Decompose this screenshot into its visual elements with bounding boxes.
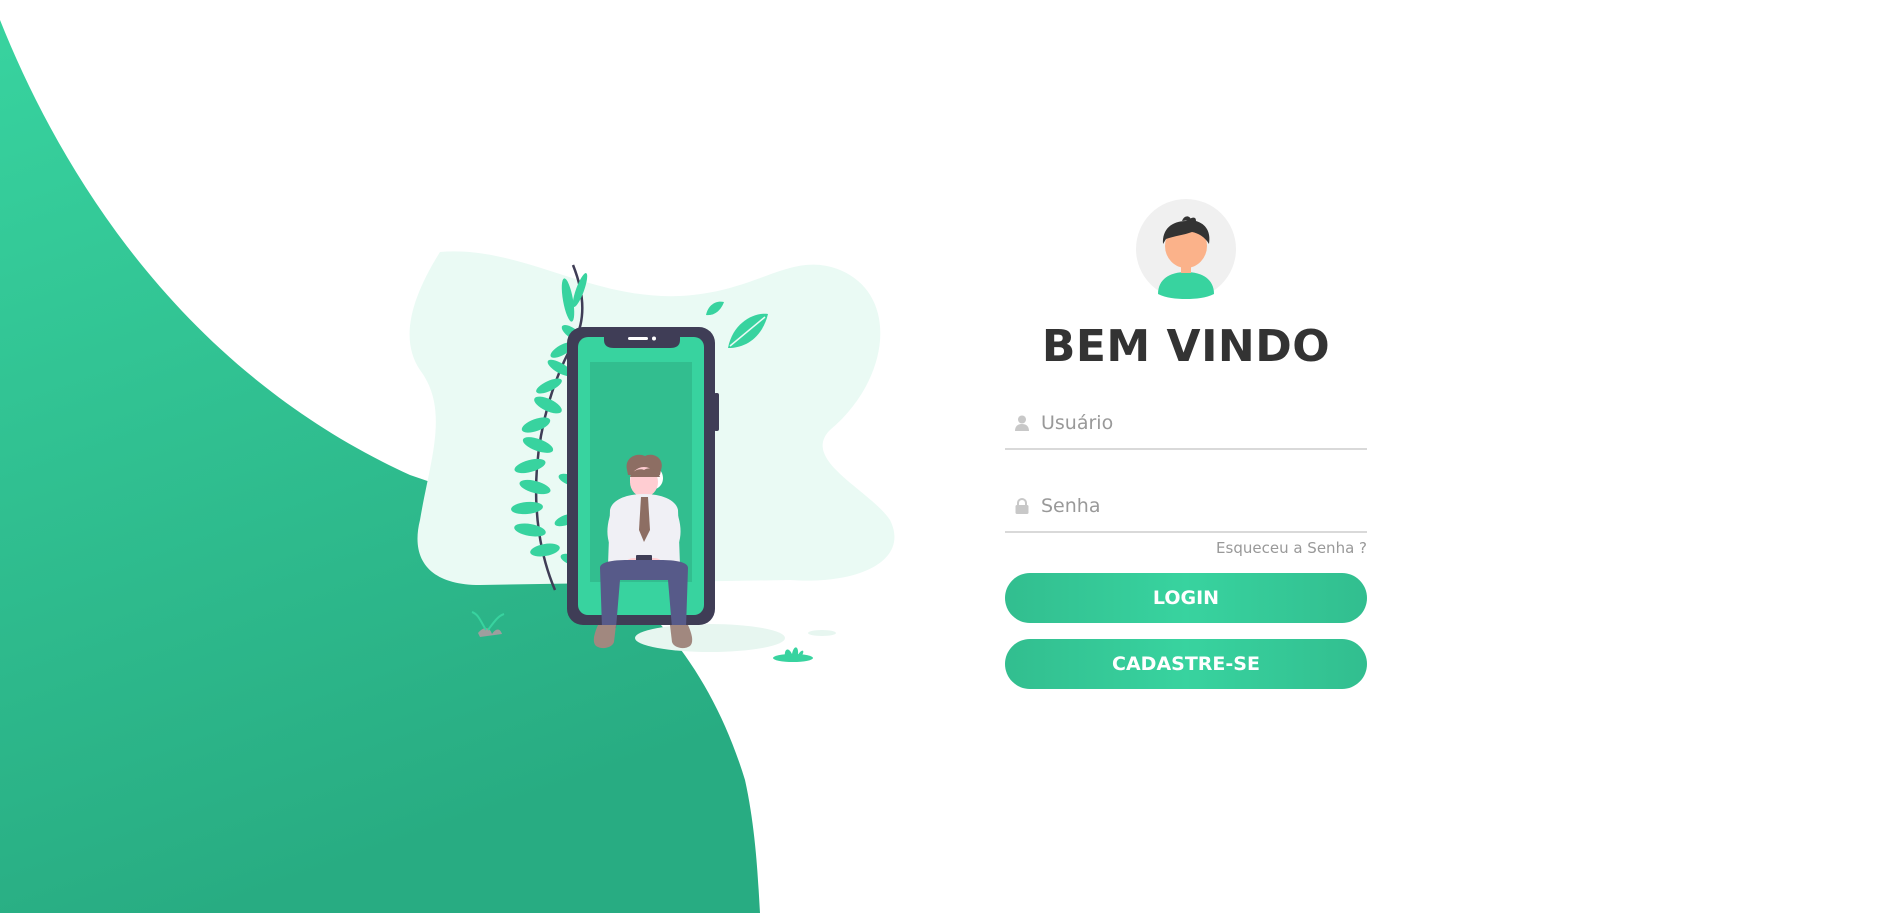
- register-button[interactable]: CADASTRE-SE: [1005, 639, 1367, 689]
- password-field[interactable]: [1005, 481, 1367, 533]
- page-title: BEM VINDO: [1041, 321, 1331, 372]
- phone-person-illustration: [409, 251, 895, 662]
- login-button[interactable]: LOGIN: [1005, 573, 1367, 623]
- lock-icon: [1011, 495, 1033, 517]
- password-input[interactable]: [1041, 495, 1341, 517]
- user-icon: [1011, 412, 1033, 434]
- avatar: [1136, 199, 1236, 299]
- username-input[interactable]: [1041, 412, 1341, 434]
- forgot-password-link[interactable]: Esqueceu a Senha ?: [1005, 539, 1367, 557]
- green-wave-background: [0, 20, 760, 913]
- username-field[interactable]: [1005, 398, 1367, 450]
- login-form: BEM VINDO Esqueceu a Senha ? LOGIN CADAS…: [1005, 199, 1367, 705]
- login-page: BEM VINDO Esqueceu a Senha ? LOGIN CADAS…: [0, 0, 1898, 913]
